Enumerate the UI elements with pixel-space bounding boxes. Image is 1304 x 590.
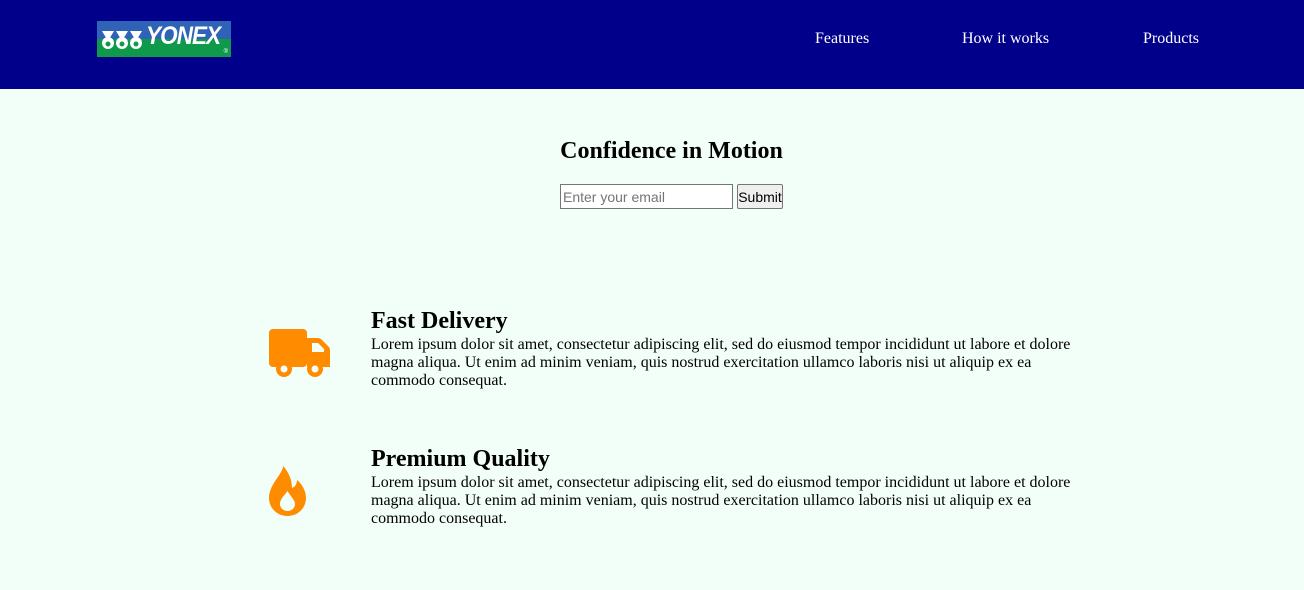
nav-link-products[interactable]: Products <box>1143 30 1199 48</box>
nav-link-how-it-works[interactable]: How it works <box>962 30 1049 48</box>
email-input[interactable] <box>560 184 733 209</box>
feature-text-fast-delivery: Lorem ipsum dolor sit amet, consectetur … <box>371 336 1071 389</box>
truck-icon <box>269 329 330 382</box>
feature-text-premium-quality: Lorem ipsum dolor sit amet, consectetur … <box>371 474 1071 527</box>
logo-registered-mark: ® <box>223 49 228 55</box>
hero-title: Confidence in Motion <box>560 138 783 164</box>
logo-mark-icon <box>102 31 142 49</box>
submit-button[interactable]: Submit <box>737 184 783 209</box>
feature-title-fast-delivery: Fast Delivery <box>371 308 508 334</box>
logo-text: YONEX <box>146 22 221 50</box>
fire-icon <box>269 466 306 521</box>
nav-link-features[interactable]: Features <box>815 30 869 48</box>
site-header: YONEX ® Features How it works Products <box>0 0 1304 89</box>
yonex-logo[interactable]: YONEX ® <box>97 21 231 57</box>
feature-title-premium-quality: Premium Quality <box>371 446 550 472</box>
